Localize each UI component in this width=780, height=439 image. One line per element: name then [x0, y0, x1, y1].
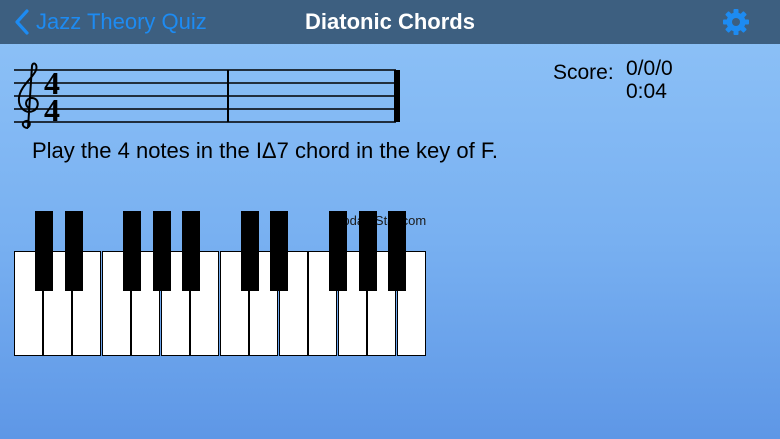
question-prompt: Play the 4 notes in the IΔ7 chord in the…: [32, 138, 498, 163]
time-signature-bottom: 4: [44, 92, 60, 128]
music-staff: 4 4: [14, 62, 400, 129]
black-key-c-sharp[interactable]: [35, 211, 53, 291]
elapsed-time: 0:04: [626, 80, 667, 103]
black-key-f-sharp[interactable]: [123, 211, 141, 291]
score-value: 0/0/0: [626, 57, 673, 80]
black-key-g-sharp-2[interactable]: [359, 211, 377, 291]
navigation-bar: Jazz Theory Quiz Diatonic Chords: [0, 0, 780, 44]
black-key-c-sharp-2[interactable]: [241, 211, 259, 291]
piano-keyboard: [14, 211, 426, 357]
black-key-a-sharp[interactable]: [182, 211, 200, 291]
score-label: Score:: [553, 61, 614, 84]
gear-icon[interactable]: [722, 8, 750, 36]
black-key-f-sharp-2[interactable]: [329, 211, 347, 291]
black-key-d-sharp-2[interactable]: [270, 211, 288, 291]
black-key-g-sharp[interactable]: [153, 211, 171, 291]
black-key-d-sharp[interactable]: [65, 211, 83, 291]
page-title: Diatonic Chords: [305, 9, 475, 34]
black-key-a-sharp-2[interactable]: [388, 211, 406, 291]
